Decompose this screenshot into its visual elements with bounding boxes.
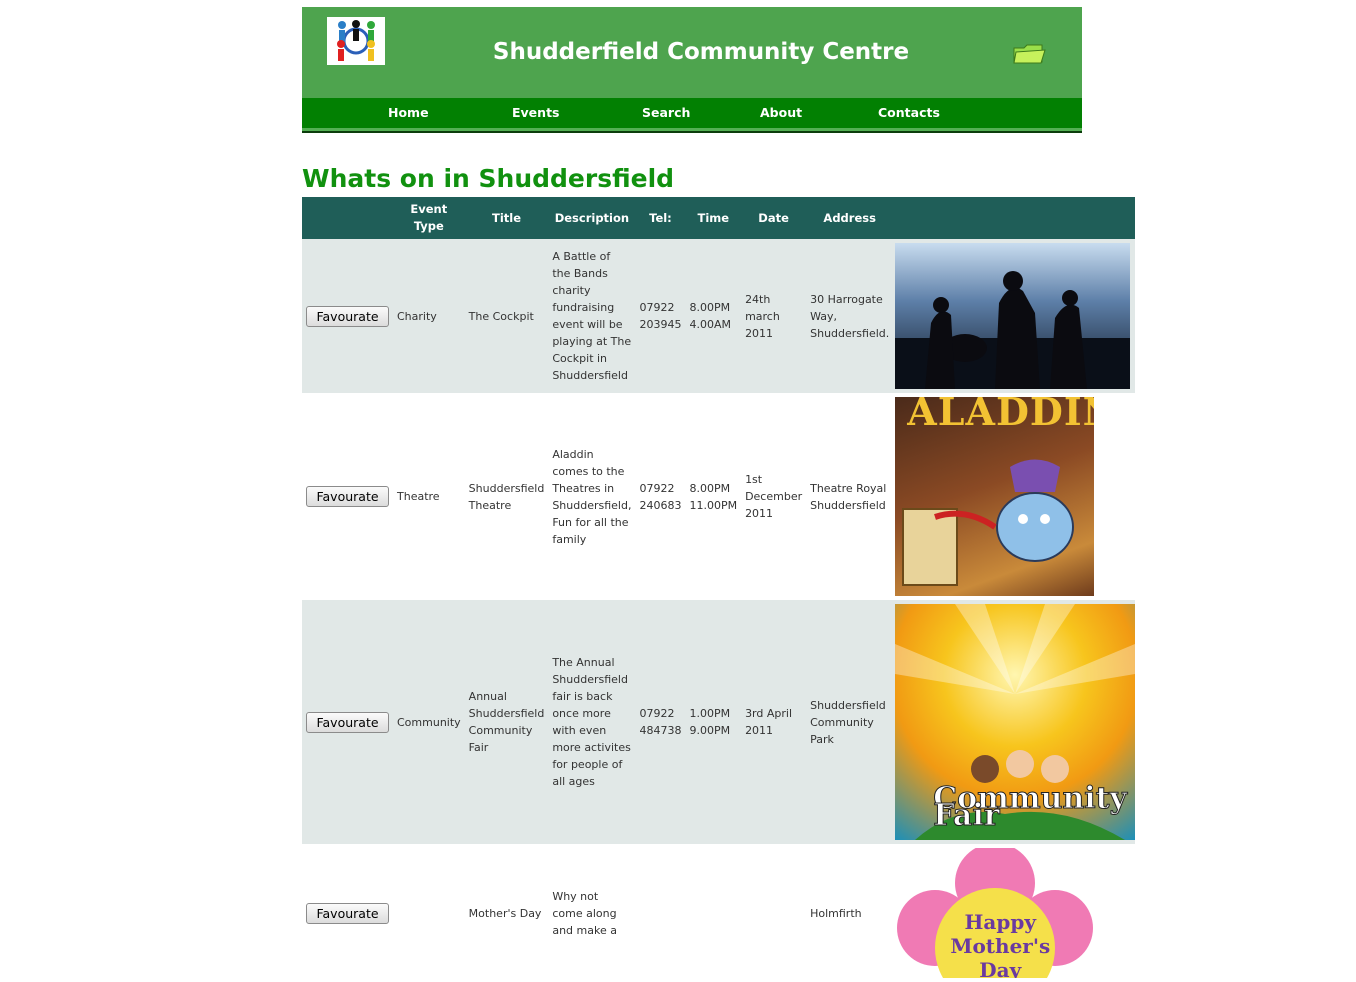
band-concert-image: [895, 243, 1131, 389]
event-address: Shuddersfield Community Park: [806, 600, 894, 844]
event-time: 8.00PM 4.00AM: [685, 239, 742, 393]
event-date: 24th march 2011: [741, 239, 807, 393]
col-header-tel: Tel:: [635, 197, 686, 239]
action-cell: Favourate: [302, 393, 393, 600]
event-date: [741, 844, 807, 982]
site-header: Shudderfield Community Centre: [302, 7, 1082, 98]
event-type: Theatre: [393, 393, 465, 600]
event-image-cell: Community Fair: [893, 600, 1136, 844]
aladdin-poster-image: ALADDIN: [895, 397, 1095, 596]
event-type: [393, 844, 465, 982]
action-cell: Favourate: [302, 600, 393, 844]
balloon-text: Happy Mother's Day: [950, 910, 1051, 978]
event-time: [685, 844, 742, 982]
table-row: Favourate Community Annual Shuddersfield…: [302, 600, 1136, 844]
table-row: Favourate Charity The Cockpit A Battle o…: [302, 239, 1136, 393]
event-type: Community: [393, 600, 465, 844]
event-time: 8.00PM 11.00PM: [685, 393, 742, 600]
nav-events[interactable]: Events: [512, 98, 559, 128]
mothers-day-balloon-image: Happy Mother's Day: [895, 848, 1096, 978]
events-table: Event Type Title Description Tel: Time D…: [302, 197, 1136, 982]
action-cell: Favourate: [302, 844, 393, 982]
event-date: 1st December 2011: [741, 393, 807, 600]
community-fair-poster-image: Community Fair: [895, 604, 1136, 840]
col-header-title: Title: [464, 197, 549, 239]
col-header-address: Address: [806, 197, 894, 239]
col-header-event-type: Event Type: [393, 197, 465, 239]
event-address: Theatre Royal Shuddersfield: [806, 393, 894, 600]
page-container: Shudderfield Community Centre Home Event…: [302, 7, 1136, 982]
nav-home[interactable]: Home: [388, 98, 429, 128]
col-header-description: Description: [548, 197, 636, 239]
event-time: 1.00PM 9.00PM: [685, 600, 742, 844]
event-address: 30 Harrogate Way, Shuddersfield.: [806, 239, 894, 393]
event-address: Holmfirth: [806, 844, 894, 982]
table-header-row: Event Type Title Description Tel: Time D…: [302, 197, 1136, 239]
col-header-date: Date: [741, 197, 807, 239]
event-description: Aladdin comes to the Theatres in Shudder…: [548, 393, 636, 600]
event-title: Annual Shuddersfield Community Fair: [464, 600, 549, 844]
event-type: Charity: [393, 239, 465, 393]
nav-search[interactable]: Search: [642, 98, 690, 128]
col-header-image: [893, 197, 1136, 239]
event-description: Why not come along and make a: [548, 844, 636, 982]
event-tel: 07922 484738: [635, 600, 686, 844]
site-title: Shudderfield Community Centre: [492, 39, 910, 65]
event-image-cell: Happy Mother's Day: [893, 844, 1136, 982]
action-cell: Favourate: [302, 239, 393, 393]
event-title: Shuddersfield Theatre: [464, 393, 549, 600]
nav-about[interactable]: About: [760, 98, 802, 128]
fair-poster-title: Community Fair: [933, 781, 1128, 833]
favourite-button[interactable]: Favourate: [306, 902, 389, 924]
nav-divider-dark: [302, 131, 1082, 133]
col-header-action: [302, 197, 393, 239]
nav-contacts[interactable]: Contacts: [878, 98, 940, 128]
event-image-cell: [893, 239, 1136, 393]
table-row: Favourate Mother's Day Why not come alon…: [302, 844, 1136, 982]
event-title: Mother's Day: [464, 844, 549, 982]
table-row: Favourate Theatre Shuddersfield Theatre …: [302, 393, 1136, 600]
event-tel: [635, 844, 686, 982]
event-date: 3rd April 2011: [741, 600, 807, 844]
page-heading: Whats on in Shuddersfield: [302, 164, 675, 193]
event-tel: 07922 203945: [635, 239, 686, 393]
event-image-cell: ALADDIN: [893, 393, 1136, 600]
folder-icon[interactable]: [1012, 40, 1046, 66]
event-title: The Cockpit: [464, 239, 549, 393]
event-description: A Battle of the Bands charity fundraisin…: [548, 239, 636, 393]
main-nav: Home Events Search About Contacts: [302, 98, 1082, 128]
event-tel: 07922 240683: [635, 393, 686, 600]
favourite-button[interactable]: Favourate: [306, 711, 389, 733]
event-description: The Annual Shuddersfield fair is back on…: [548, 600, 636, 844]
col-header-time: Time: [685, 197, 742, 239]
favourite-button[interactable]: Favourate: [306, 486, 389, 507]
favourite-button[interactable]: Favourate: [306, 305, 389, 327]
